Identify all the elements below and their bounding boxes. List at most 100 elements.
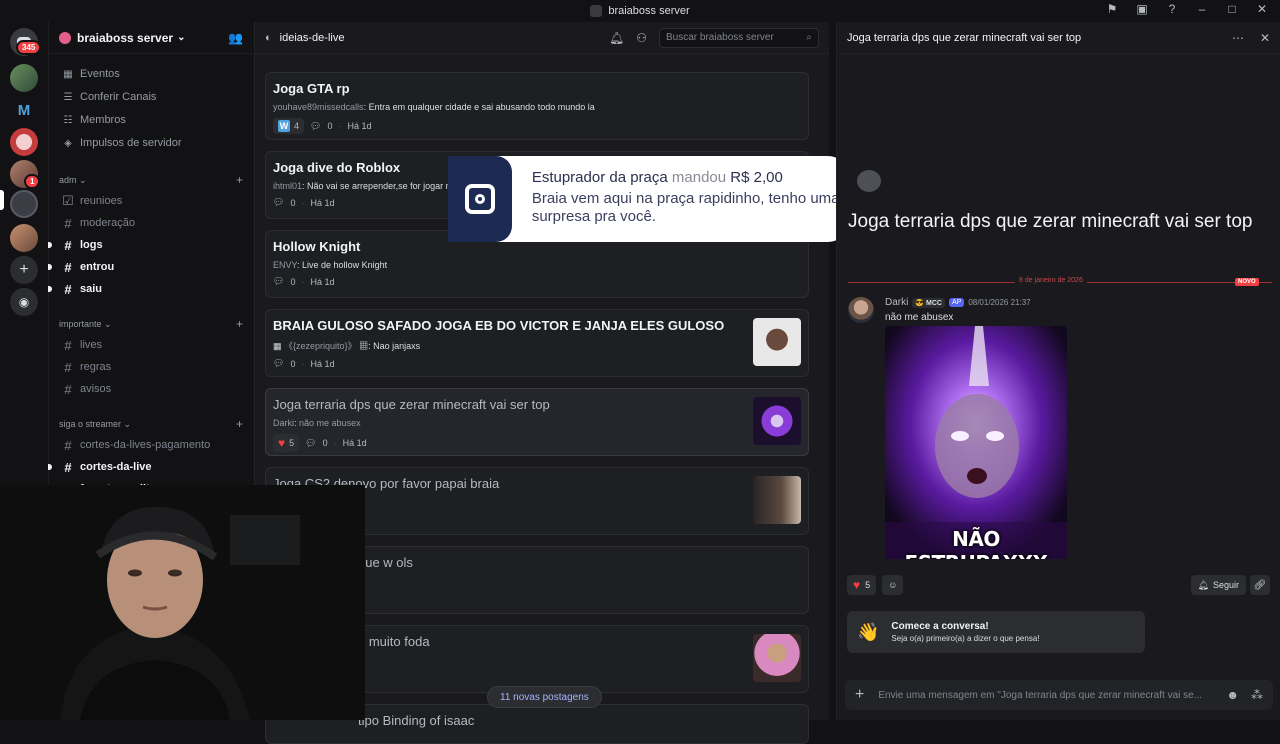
channel-name: moderação [80,217,136,229]
nav-events[interactable]: ▦ Eventos [49,63,253,85]
discover-compass-icon[interactable]: ◉ [10,288,38,316]
forum-post-card[interactable]: BRAIA GULOSO SAFADO JOGA EB DO VICTOR E … [265,309,809,377]
w-emoji-icon: W [278,120,290,132]
divider-date: 8 de janeiro de 2026 [1015,277,1087,284]
message-author[interactable]: Darki [885,297,908,308]
new-badge: NOVO [1235,278,1259,286]
server-icon-braiaboss[interactable] [10,190,38,218]
nav-browse-channels[interactable]: ☰ Conferir Canais [49,86,253,108]
unread-dot [48,464,52,470]
channel-moderacao[interactable]: # moderação [49,212,253,234]
follow-button[interactable]: 🔔︎ Seguir [1190,575,1246,595]
hash-icon: # [64,359,72,375]
server-unread-badge: 1 [24,174,41,189]
thread-bubble-icon [857,170,881,192]
channel-reunioes[interactable]: ☑ reunioes [49,190,253,212]
apps-icon[interactable]: ⁂ [1251,688,1263,702]
calendar-icon: ▦ [63,68,73,80]
message-gif-image[interactable]: NÃO ESTRUPAXXX [885,326,1067,559]
add-server-button[interactable]: + [10,256,38,284]
boost-icon: ◈ [64,137,72,149]
attach-plus-icon[interactable]: + [855,686,864,704]
post-author: youhave89missedcalls [273,102,364,112]
post-title: Joga GTA rp [273,81,350,96]
member-list-icon[interactable]: ⚇ [636,31,647,45]
nav-members[interactable]: ☷ Membros [49,109,253,131]
post-thumbnail[interactable] [753,634,801,682]
heart-reaction[interactable]: ♥ 5 [847,575,877,595]
nav-label: Conferir Canais [80,91,157,103]
close-window-button[interactable]: ✕ [1254,2,1270,16]
more-options-icon[interactable]: ⋯ [1232,31,1244,45]
hash-icon: # [64,281,72,297]
add-reaction-button[interactable]: ☺ [882,575,904,595]
category-importante[interactable]: importante ⌄ + [49,314,253,334]
server-icon-m[interactable]: M [10,96,38,124]
comment-count: 0 [327,121,333,131]
avatar[interactable] [848,297,874,323]
help-icon[interactable]: ? [1164,2,1180,16]
invite-people-icon[interactable]: 👥 [228,31,243,45]
channel-lives[interactable]: # lives [49,334,253,356]
maximize-button[interactable]: □ [1224,2,1240,16]
streamer-webcam-image [0,485,365,720]
post-thumbnail[interactable] [753,318,801,366]
smiley-icon: ☺ [888,580,898,590]
category-name: adm [59,175,77,185]
copy-link-button[interactable]: 🔗︎ [1250,575,1270,595]
channel-cortes-da-live[interactable]: # cortes-da-live [48,456,253,478]
server-header[interactable]: braiaboss server ⌄ 👥 [49,22,253,54]
server-icon-3[interactable] [10,128,38,156]
thread-reactions: ♥ 5 ☺ [847,575,904,595]
close-thread-icon[interactable]: ✕ [1260,31,1270,45]
new-posts-button[interactable]: 11 novas postagens [487,686,602,708]
post-thumbnail[interactable] [753,397,801,445]
prompt-title: Comece a conversa! [891,621,989,632]
message-composer[interactable]: + Envie uma mensagem em "Joga terraria d… [845,680,1273,710]
members-icon: ☷ [63,114,73,126]
bell-icon[interactable]: 🔔︎ [609,31,624,45]
channel-regras[interactable]: # regras [49,356,253,378]
add-channel-icon[interactable]: + [236,173,243,187]
guild-tag-badge[interactable]: 😎 MCC [912,297,945,308]
minimize-button[interactable]: – [1194,2,1210,16]
comment-icon: 💬︎ [273,276,285,286]
post-reaction[interactable]: ♥ 5 [273,434,300,452]
post-title: BRAIA GULOSO SAFADO JOGA EB DO VICTOR E … [273,318,725,333]
channel-avisos[interactable]: # avisos [49,378,253,400]
post-thumbnail[interactable] [753,476,801,524]
hash-icon: # [64,259,72,275]
category-adm[interactable]: adm ⌄ + [49,170,253,190]
channel-name: avisos [80,383,112,395]
search-input[interactable]: Buscar braiaboss server ⌕ [659,27,819,48]
server-icon-1[interactable] [10,64,38,92]
add-channel-icon[interactable]: + [236,317,243,331]
channel-saiu[interactable]: # saiu [48,278,253,300]
bell-icon: 🔔︎ [1197,579,1209,590]
post-reaction[interactable]: W4 [273,118,305,134]
inbox-flag-icon[interactable]: ⚑ [1104,2,1120,16]
post-age: Há 1d [310,276,335,287]
add-channel-icon[interactable]: + [236,417,243,431]
screen-share-icon[interactable]: ▣ [1134,2,1150,16]
channel-name: lives [80,339,103,351]
thread-header-title: Joga terraria dps que zerar minecraft va… [847,31,1082,44]
post-age: Há 1d [342,438,367,448]
channel-logs[interactable]: # logs [48,234,253,256]
reaction-count: 5 [865,580,871,590]
forum-post-card-selected[interactable]: Joga terraria dps que zerar minecraft va… [265,388,809,456]
channel-cortes-da-lives-pagamento[interactable]: # cortes-da-lives-pagamento [49,434,253,456]
post-preview-text: não me abusex [299,418,361,428]
alert-verb: mandou [671,169,727,186]
hash-icon: # [64,237,72,253]
nav-server-boosts[interactable]: ◈ Impulsos de servidor [49,132,253,154]
category-siga-o-streamer[interactable]: siga o streamer ⌄ + [49,414,253,434]
channel-entrou[interactable]: # entrou [48,256,253,278]
window-title: braiaboss server [608,5,690,17]
forum-post-card[interactable]: Joga GTA rp youhave89missedcalls: Entra … [265,72,809,140]
emoji-picker-icon[interactable]: ☻ [1226,688,1239,702]
follow-label: Seguir [1212,580,1239,590]
link-icon: 🔗︎ [1253,579,1267,591]
server-icon-6[interactable] [10,224,38,252]
reaction-count: 5 [289,438,295,448]
